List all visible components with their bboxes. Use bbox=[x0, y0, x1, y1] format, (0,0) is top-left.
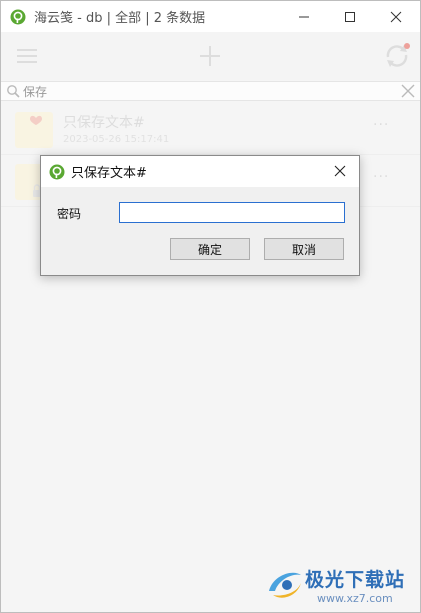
password-dialog: 只保存文本# 密码 确定 取消 bbox=[40, 155, 360, 276]
watermark-url: www.xz7.com bbox=[317, 592, 393, 605]
close-icon bbox=[334, 165, 346, 177]
window-title: 海云笺 - db | 全部 | 2 条数据 bbox=[34, 11, 206, 26]
maximize-button[interactable] bbox=[327, 1, 373, 32]
password-field[interactable] bbox=[119, 202, 345, 223]
maximize-icon bbox=[345, 11, 355, 22]
app-logo-icon bbox=[10, 9, 26, 24]
dialog-title: 只保存文本# bbox=[71, 166, 147, 181]
password-label: 密码 bbox=[57, 207, 82, 221]
dialog-close-button[interactable] bbox=[329, 160, 351, 182]
watermark-logo-icon bbox=[269, 572, 301, 598]
dialog-title-bar: 只保存文本# bbox=[41, 156, 359, 187]
title-bar: 海云笺 - db | 全部 | 2 条数据 bbox=[1, 1, 420, 32]
app-window: 海云笺 - db | 全部 | 2 条数据 保存 只保存文本# 2023-05-… bbox=[0, 0, 421, 613]
minimize-button[interactable] bbox=[281, 1, 327, 32]
close-icon bbox=[390, 11, 402, 22]
watermark-text: 极光下载站 bbox=[305, 569, 406, 591]
modal-backdrop bbox=[1, 32, 420, 612]
app-logo-icon bbox=[49, 164, 65, 179]
minimize-icon bbox=[299, 16, 309, 17]
close-window-button[interactable] bbox=[373, 1, 419, 32]
cancel-button[interactable]: 取消 bbox=[264, 238, 344, 260]
watermark: 极光下载站 www.xz7.com bbox=[263, 559, 415, 609]
ok-button[interactable]: 确定 bbox=[170, 238, 250, 260]
